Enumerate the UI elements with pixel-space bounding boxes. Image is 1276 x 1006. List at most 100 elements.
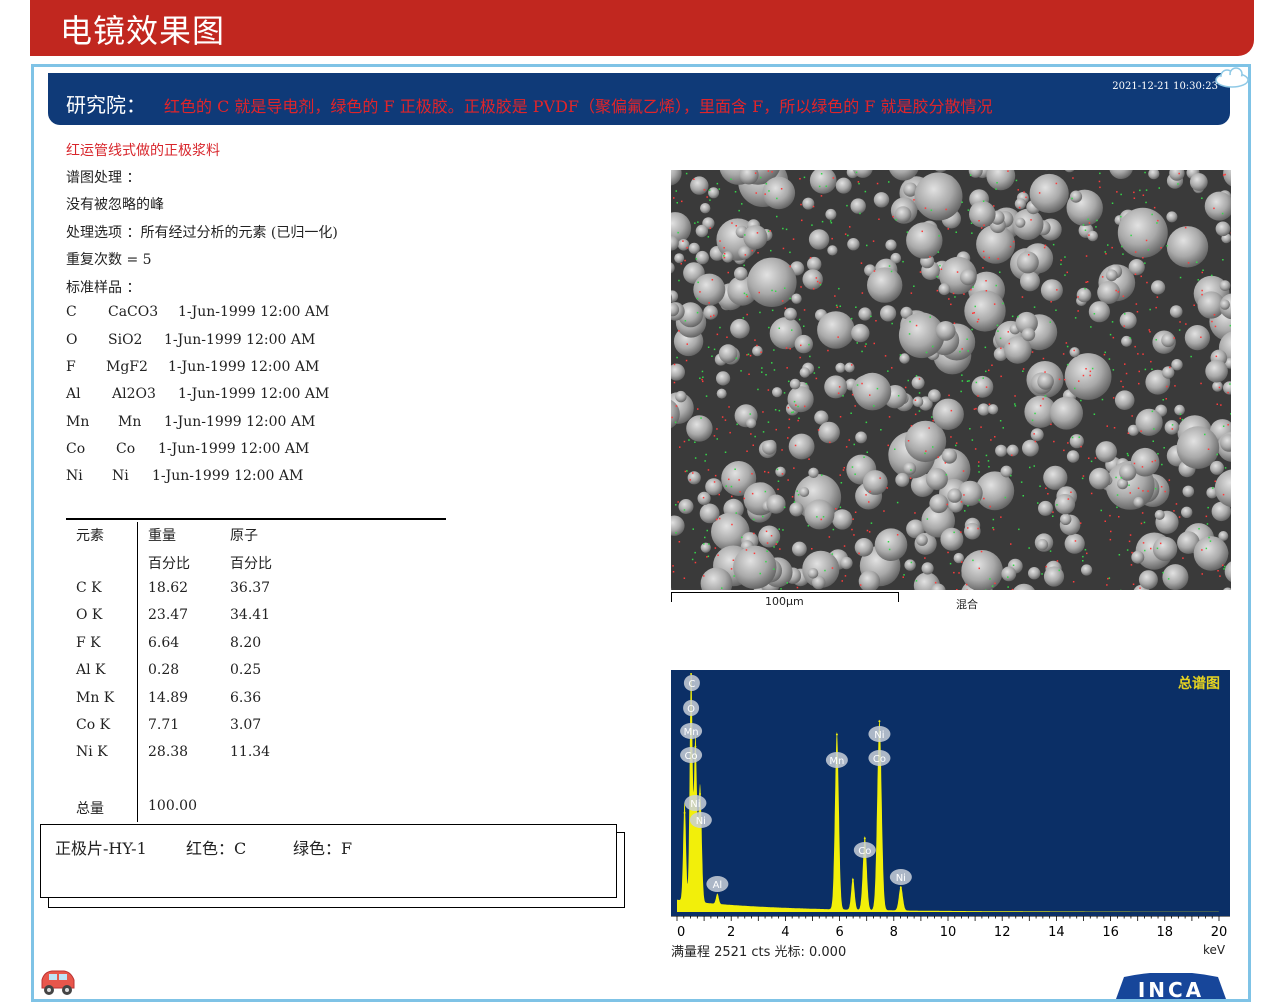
map-dot bbox=[723, 252, 726, 255]
map-dot bbox=[1142, 353, 1144, 355]
map-dot bbox=[850, 412, 852, 414]
map-dot bbox=[1089, 370, 1092, 373]
map-dot bbox=[702, 376, 704, 378]
map-dot bbox=[1022, 368, 1025, 370]
map-dot bbox=[1153, 428, 1155, 430]
processing-option: 处理选项 ：所有经过分析的元素 (已归一化) bbox=[66, 225, 338, 241]
map-dot bbox=[880, 429, 882, 431]
map-dot bbox=[931, 416, 933, 418]
map-dot bbox=[770, 249, 772, 252]
svg-text:C: C bbox=[688, 679, 695, 690]
map-dot bbox=[978, 461, 980, 463]
map-dot bbox=[706, 556, 708, 558]
sem-particle bbox=[678, 499, 694, 514]
map-dot bbox=[1123, 325, 1125, 327]
map-dot bbox=[887, 370, 889, 372]
sem-particle bbox=[895, 472, 910, 487]
map-dot bbox=[1222, 259, 1224, 261]
map-dot bbox=[1152, 440, 1154, 442]
sem-particle bbox=[1162, 366, 1175, 379]
map-dot bbox=[952, 292, 955, 295]
map-dot bbox=[958, 572, 960, 574]
map-dot bbox=[1178, 516, 1181, 518]
map-dot bbox=[777, 480, 780, 482]
map-dot bbox=[977, 527, 979, 530]
map-dot bbox=[701, 378, 703, 381]
map-dot bbox=[992, 518, 995, 521]
map-dot bbox=[1198, 528, 1200, 530]
sem-particle bbox=[695, 224, 709, 238]
map-dot bbox=[714, 547, 717, 549]
map-dot bbox=[730, 568, 733, 570]
map-dot bbox=[1135, 303, 1138, 305]
sem-particle bbox=[718, 344, 738, 363]
sem-particle bbox=[730, 318, 750, 339]
map-dot bbox=[1173, 510, 1175, 512]
x-tick-label: 12 bbox=[994, 925, 1011, 940]
peak-label: Mn bbox=[680, 723, 703, 739]
map-dot bbox=[724, 451, 727, 453]
map-dot bbox=[767, 389, 770, 391]
map-dot bbox=[789, 297, 791, 300]
map-dot bbox=[762, 515, 764, 518]
sem-particle bbox=[716, 388, 727, 399]
sem-particle bbox=[906, 222, 943, 259]
map-dot bbox=[1139, 587, 1141, 589]
map-dot bbox=[784, 287, 786, 289]
map-dot bbox=[785, 347, 788, 349]
map-dot bbox=[1078, 436, 1080, 438]
map-dot bbox=[1007, 170, 1009, 172]
map-dot bbox=[675, 504, 677, 506]
map-dot bbox=[1111, 202, 1114, 204]
map-dot bbox=[876, 387, 879, 390]
map-dot bbox=[910, 292, 913, 294]
map-dot bbox=[999, 420, 1002, 422]
map-dot bbox=[1095, 226, 1097, 228]
map-dot bbox=[1167, 578, 1170, 580]
map-dot bbox=[915, 324, 918, 327]
map-dot bbox=[861, 382, 863, 385]
map-dot bbox=[972, 286, 974, 288]
legend-green: 绿色：F bbox=[293, 839, 353, 858]
sem-particle bbox=[705, 478, 723, 496]
map-dot bbox=[1169, 366, 1171, 369]
map-dot bbox=[1052, 243, 1055, 246]
map-dot bbox=[953, 531, 955, 534]
map-dot bbox=[1060, 259, 1062, 261]
map-dot bbox=[711, 355, 713, 357]
map-dot bbox=[1151, 410, 1154, 413]
map-dot bbox=[793, 501, 796, 503]
map-dot bbox=[828, 536, 831, 538]
map-dot bbox=[1179, 276, 1182, 279]
map-dot bbox=[1078, 380, 1080, 382]
sample-heading: 红运管线式做的正极浆料 bbox=[66, 143, 220, 159]
map-dot bbox=[1064, 274, 1066, 276]
map-dot bbox=[1156, 547, 1159, 550]
sem-particle bbox=[1119, 311, 1137, 329]
table-cell-weight: 14.89 bbox=[148, 690, 189, 706]
sem-particle bbox=[690, 176, 709, 195]
map-dot bbox=[940, 268, 943, 270]
map-dot bbox=[899, 354, 902, 356]
map-dot bbox=[936, 275, 938, 278]
map-dot bbox=[1168, 479, 1171, 481]
map-dot bbox=[799, 356, 801, 359]
sem-particle bbox=[835, 362, 846, 373]
map-dot bbox=[913, 285, 915, 287]
map-dot bbox=[852, 518, 854, 520]
map-dot bbox=[831, 553, 834, 555]
map-dot bbox=[683, 509, 686, 511]
map-dot bbox=[713, 435, 716, 437]
map-dot bbox=[970, 289, 972, 291]
map-dot bbox=[756, 344, 758, 347]
map-dot bbox=[1173, 337, 1175, 339]
map-dot bbox=[839, 305, 841, 307]
map-dot bbox=[915, 580, 918, 582]
map-dot bbox=[967, 505, 969, 507]
map-dot bbox=[753, 552, 756, 555]
map-dot bbox=[1109, 514, 1111, 517]
map-dot bbox=[847, 234, 849, 237]
map-dot bbox=[1008, 342, 1010, 345]
map-dot bbox=[745, 293, 748, 296]
svg-text:Ni: Ni bbox=[896, 873, 906, 884]
